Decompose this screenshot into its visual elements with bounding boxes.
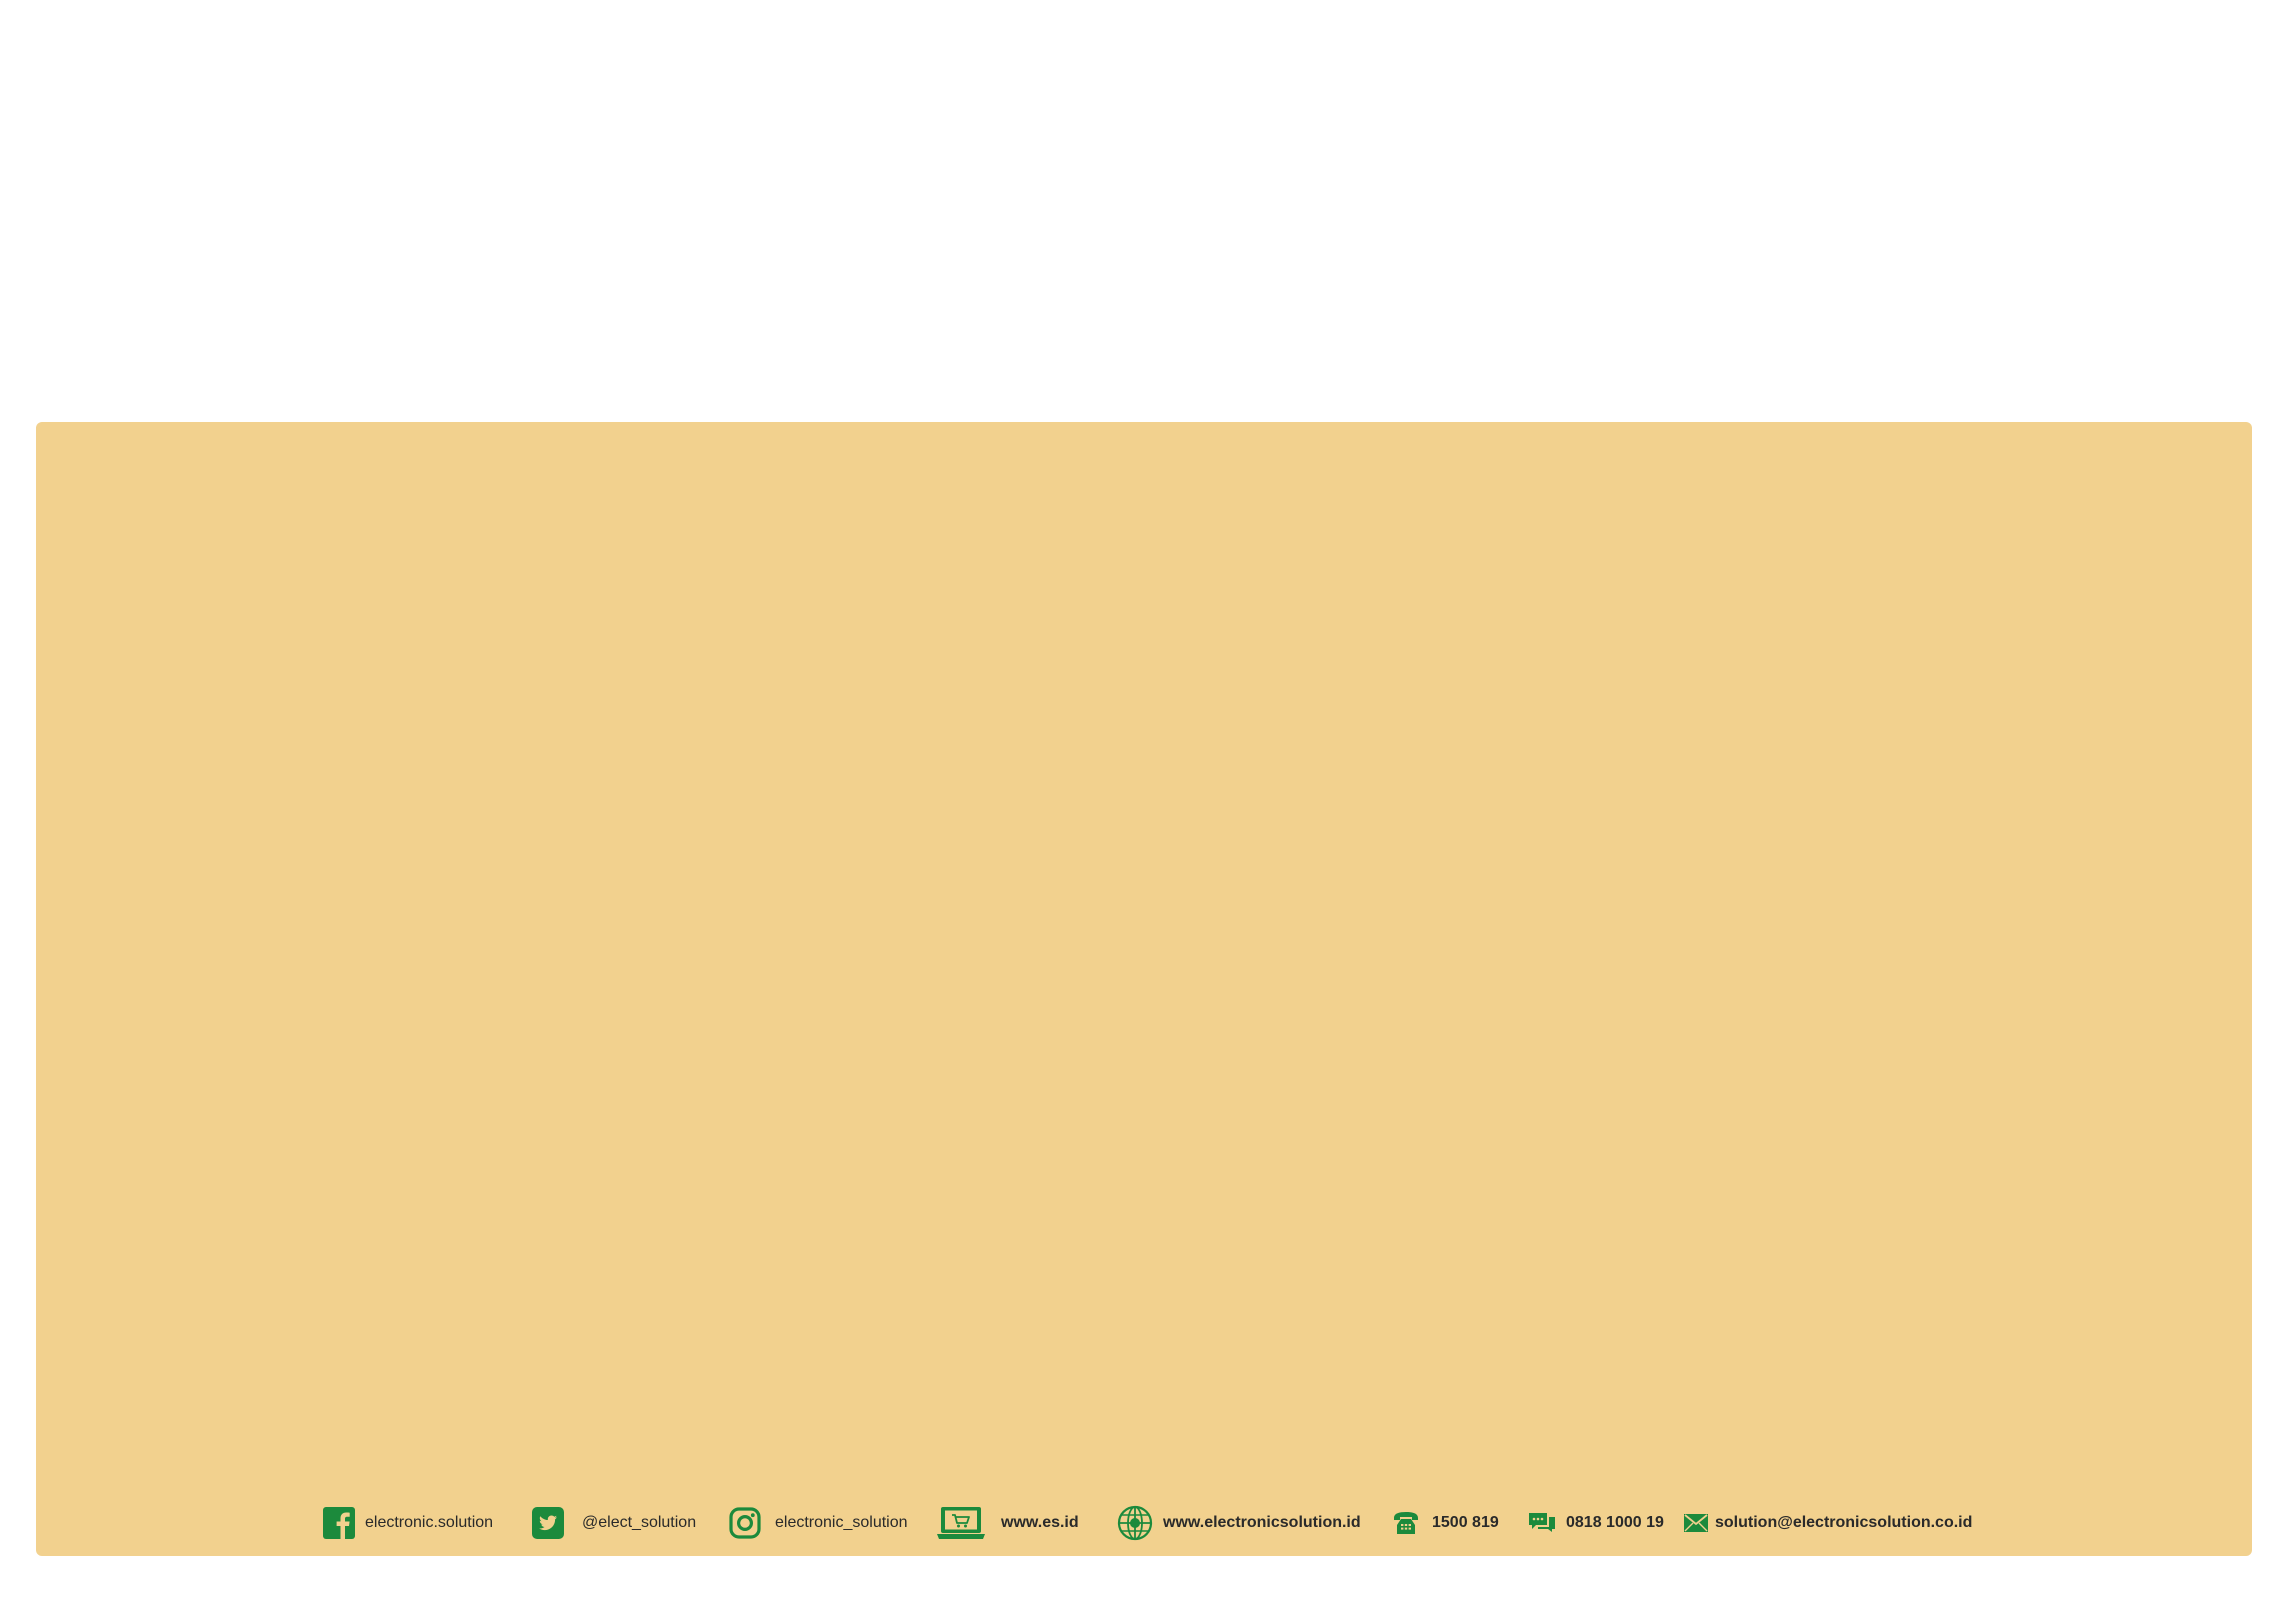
footer-label-website: www.electronicsolution.id (1163, 1514, 1361, 1531)
footer-item-twitter[interactable]: @elect_solution (532, 1503, 696, 1543)
facebook-icon (323, 1507, 355, 1539)
footer-item-shop[interactable]: www.es.id (937, 1503, 1079, 1543)
footer-item-phone[interactable]: 1500 819 (1392, 1503, 1499, 1543)
footer-item-sms[interactable]: 0818 1000 19 (1528, 1503, 1664, 1543)
chat-icon (1528, 1511, 1556, 1535)
globe-icon (1117, 1505, 1153, 1541)
footer-item-instagram[interactable]: electronic_solution (729, 1503, 908, 1543)
footer-item-email[interactable]: solution@electronicsolution.co.id (1684, 1503, 1972, 1543)
footer-label-phone: 1500 819 (1432, 1514, 1499, 1531)
footer-label-shop: www.es.id (1001, 1514, 1079, 1531)
mail-icon (1684, 1514, 1708, 1532)
footer-label-instagram: electronic_solution (775, 1514, 908, 1531)
content-panel (36, 422, 2252, 1556)
phone-icon (1392, 1510, 1420, 1536)
footer-item-facebook[interactable]: electronic.solution (323, 1503, 493, 1543)
footer-label-twitter: @elect_solution (582, 1514, 697, 1531)
footer-label-facebook: electronic.solution (365, 1514, 494, 1531)
footer-item-website[interactable]: www.electronicsolution.id (1117, 1503, 1361, 1543)
laptop-cart-icon (937, 1506, 985, 1540)
footer-label-email: solution@electronicsolution.co.id (1715, 1514, 1973, 1531)
contact-footer: electronic.solution @elect_solution elec… (0, 1503, 2282, 1543)
twitter-icon (532, 1507, 564, 1539)
footer-label-sms: 0818 1000 19 (1566, 1514, 1664, 1531)
instagram-icon (729, 1507, 761, 1539)
